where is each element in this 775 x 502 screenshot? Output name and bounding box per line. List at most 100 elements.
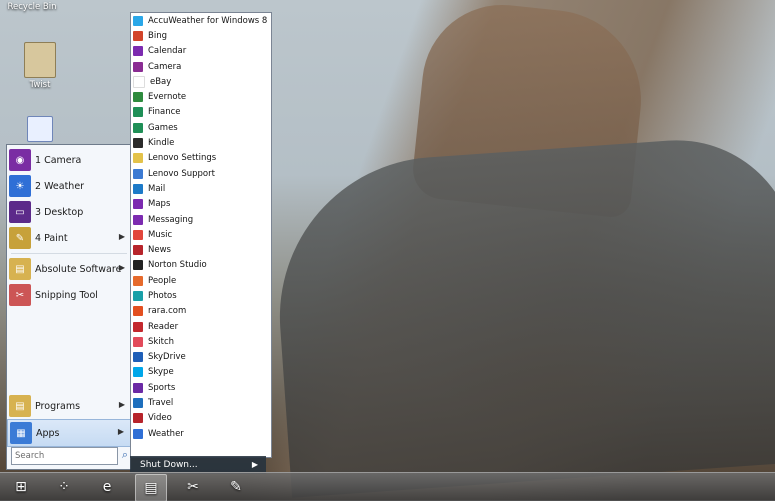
app-name: Weather — [148, 428, 184, 439]
dots-app-icon: ⁘ — [58, 479, 70, 495]
app-icon — [133, 183, 143, 194]
app-list-item[interactable]: eBay — [131, 74, 271, 89]
app-icon — [133, 367, 143, 378]
snipping-tool-icon: ✂ — [187, 479, 199, 495]
weather-icon: ☀ — [9, 175, 31, 197]
pinned-item-desktop[interactable]: ▭ 3 Desktop — [7, 199, 131, 225]
app-name: Video — [148, 413, 172, 424]
app-name: Camera — [148, 61, 182, 72]
app-name: Bing — [148, 30, 167, 41]
paint-icon: ✎ — [230, 479, 242, 495]
app-list-item[interactable]: Messaging — [131, 212, 271, 227]
app-name: News — [148, 245, 171, 256]
app-icon — [133, 398, 143, 409]
app-name: Photos — [148, 290, 177, 301]
app-name: AccuWeather for Windows 8 — [148, 15, 268, 26]
app-icon — [133, 30, 143, 41]
app-list-item[interactable]: Camera — [131, 59, 271, 74]
app-list-item[interactable]: Lenovo Support — [131, 166, 271, 181]
search-input[interactable]: Search — [11, 447, 118, 465]
app-name: Reader — [148, 321, 179, 332]
app-list-item[interactable]: Calendar — [131, 44, 271, 59]
pinned-item-paint[interactable]: ✎ 4 Paint ▶ — [7, 225, 131, 251]
app-list-item[interactable]: People — [131, 273, 271, 288]
app-list-item[interactable]: Evernote — [131, 89, 271, 104]
pinned-item-label: 2 Weather — [35, 180, 85, 192]
windows-start-icon: ⊞ — [15, 479, 27, 495]
app-list-item[interactable]: Finance — [131, 105, 271, 120]
app-icon — [133, 275, 143, 286]
chevron-right-icon: ▶ — [118, 263, 125, 272]
chevron-right-icon: ▶ — [251, 460, 258, 469]
start-menu-left-pane: ◉ 1 Camera ☀ 2 Weather ▭ 3 Desktop ✎ 4 P… — [6, 144, 131, 470]
app-icon — [133, 245, 143, 256]
app-list-item[interactable]: SkyDrive — [131, 350, 271, 365]
app-name: Lenovo Support — [148, 168, 215, 179]
app-name: Lenovo Settings — [148, 153, 217, 164]
app-name: Messaging — [148, 214, 194, 225]
folder-icon — [24, 42, 56, 78]
twist-label: Twist — [29, 80, 51, 90]
app-name: Evernote — [148, 92, 187, 103]
app-name: rara.com — [148, 306, 187, 317]
rock-formation — [269, 132, 775, 498]
app-list-item[interactable]: Maps — [131, 197, 271, 212]
app-icon — [133, 153, 143, 164]
app-name: Kindle — [148, 138, 175, 149]
app-icon — [133, 428, 143, 439]
app-name: Norton Studio — [148, 260, 207, 271]
app-list-item[interactable]: Mail — [131, 181, 271, 196]
app-icon — [133, 61, 143, 72]
pinned-item-weather[interactable]: ☀ 2 Weather — [7, 173, 131, 199]
app-list-item[interactable]: Skitch — [131, 334, 271, 349]
file-explorer-icon: ▤ — [144, 480, 158, 496]
app-name: SkyDrive — [148, 352, 186, 363]
app-name: Games — [148, 122, 178, 133]
app-list-item[interactable]: Travel — [131, 395, 271, 410]
taskbar-button[interactable]: ✎ — [221, 474, 251, 500]
folder-icon: ▤ — [9, 258, 31, 280]
app-list-item[interactable]: Photos — [131, 288, 271, 303]
twist-desktop-icon[interactable]: Twist — [10, 42, 70, 90]
app-icon — [133, 168, 143, 179]
app-name: eBay — [150, 76, 172, 87]
app-name: People — [148, 275, 177, 286]
app-list-item[interactable]: AccuWeather for Windows 8 — [131, 13, 271, 28]
app-icon — [133, 229, 143, 240]
app-list-item[interactable]: rara.com — [131, 304, 271, 319]
app-list-item[interactable]: Reader — [131, 319, 271, 334]
app-icon — [133, 107, 143, 118]
taskbar-button[interactable]: ✂ — [178, 474, 208, 500]
app-list-item[interactable]: Video — [131, 411, 271, 426]
app-name: Calendar — [148, 46, 187, 57]
taskbar-button[interactable]: e — [92, 474, 122, 500]
app-list-item[interactable]: News — [131, 242, 271, 257]
app-list-item[interactable]: Music — [131, 227, 271, 242]
pinned-item-snipping-tool[interactable]: ✂ Snipping Tool — [7, 282, 131, 308]
app-list-item[interactable]: Skype — [131, 365, 271, 380]
divider — [11, 253, 127, 254]
shut-down-label: Shut Down... — [140, 460, 198, 470]
app-list-item[interactable]: Lenovo Settings — [131, 151, 271, 166]
taskbar-button[interactable]: ⊞ — [6, 474, 36, 500]
programs-item[interactable]: ▤ Programs ▶ — [7, 393, 131, 419]
app-list-item[interactable]: Norton Studio — [131, 258, 271, 273]
pinned-item-absolute-software[interactable]: ▤ Absolute Software ▶ — [7, 256, 131, 282]
apps-list-pane: AccuWeather for Windows 8 Bing Calendar Cam… — [130, 12, 272, 458]
pinned-item-camera[interactable]: ◉ 1 Camera — [7, 147, 131, 173]
app-list-item[interactable]: Bing — [131, 28, 271, 43]
app-list-item[interactable]: Games — [131, 120, 271, 135]
taskbar-button[interactable]: ▤ — [135, 474, 167, 502]
taskbar-button[interactable]: ⁘ — [49, 474, 79, 500]
recycle-bin-label: Recycle Bin — [7, 2, 57, 12]
app-list-item[interactable]: Sports — [131, 380, 271, 395]
app-icon — [133, 199, 143, 210]
app-desktop-icon[interactable] — [10, 116, 70, 144]
apps-item[interactable]: ▦ Apps ▶ — [7, 419, 131, 447]
app-icon — [133, 321, 143, 332]
app-list-item[interactable]: Kindle — [131, 135, 271, 150]
app-name: Travel — [148, 398, 174, 409]
recycle-bin-desktop-icon[interactable]: Recycle Bin — [2, 2, 62, 12]
app-list-item[interactable]: Weather — [131, 426, 271, 441]
chevron-right-icon: ▶ — [117, 427, 124, 436]
